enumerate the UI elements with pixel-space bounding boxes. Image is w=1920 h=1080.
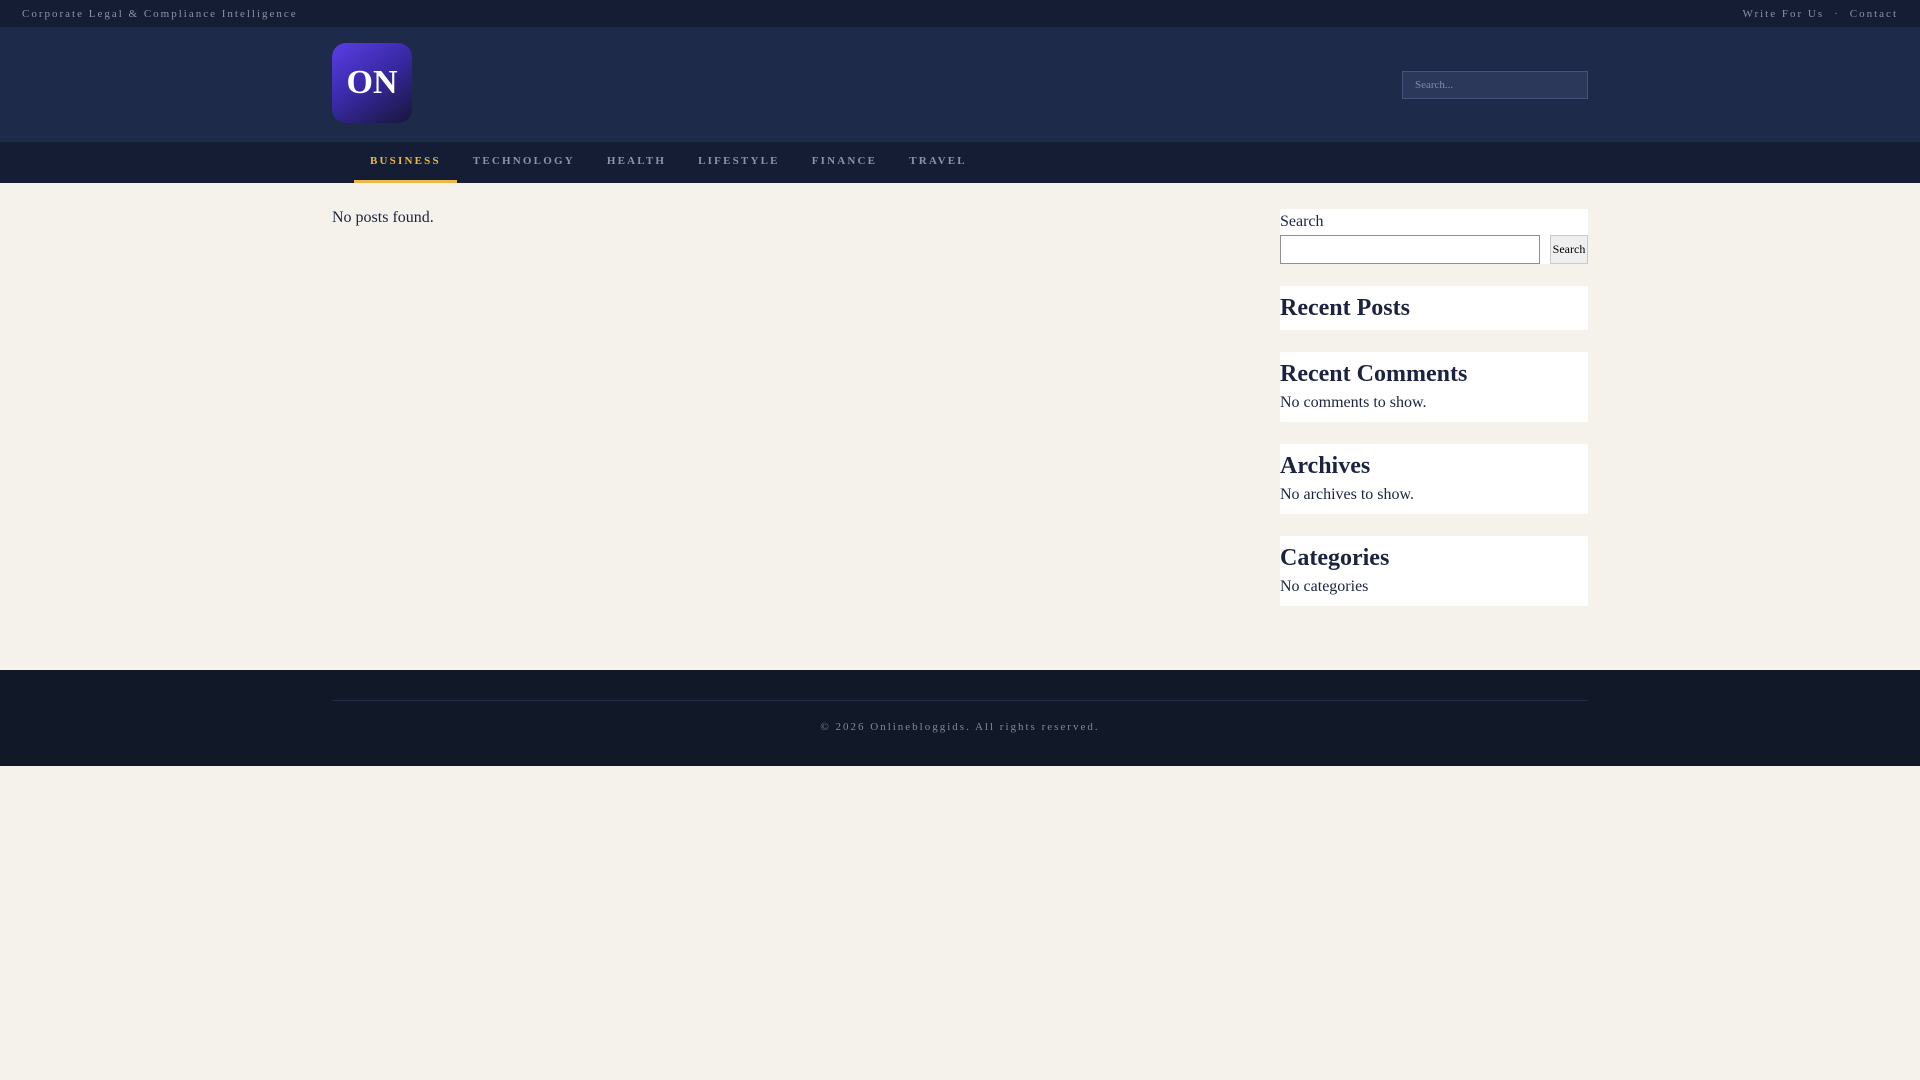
no-posts-message: No posts found. <box>332 209 434 226</box>
archives-widget: Archives No archives to show. <box>1280 444 1588 514</box>
nav-item-lifestyle[interactable]: LIFESTYLE <box>682 142 796 183</box>
categories-widget: Categories No categories <box>1280 536 1588 606</box>
sidebar-search-button[interactable]: Search <box>1550 235 1588 264</box>
top-bar: Corporate Legal & Compliance Intelligenc… <box>0 0 1920 27</box>
sidebar: Search Search Recent Posts Recent Commen… <box>1280 209 1588 670</box>
site-logo[interactable]: ON <box>332 43 412 123</box>
site-footer: © 2026 Onlinebloggids. All rights reserv… <box>0 670 1920 766</box>
logo-text: ON <box>346 64 398 101</box>
main-nav: BUSINESS TECHNOLOGY HEALTH LIFESTYLE FIN… <box>0 142 1920 183</box>
nav-item-technology[interactable]: TECHNOLOGY <box>457 142 591 183</box>
top-links: Write For Us · Contact <box>1743 8 1899 20</box>
copyright-text: © 2026 Onlinebloggids. All rights reserv… <box>820 721 1100 733</box>
nav-item-health[interactable]: HEALTH <box>591 142 682 183</box>
nav-item-finance[interactable]: FINANCE <box>796 142 894 183</box>
recent-comments-widget: Recent Comments No comments to show. <box>1280 352 1588 422</box>
recent-comments-title: Recent Comments <box>1280 361 1468 387</box>
post-list: No posts found. <box>332 209 434 670</box>
search-widget: Search Search <box>1280 209 1588 264</box>
main-area: No posts found. Search Search Recent Pos… <box>332 183 1588 670</box>
nav-item-travel[interactable]: TRAVEL <box>893 142 983 183</box>
sidebar-search-input[interactable] <box>1280 235 1540 264</box>
header-search-input[interactable] <box>1402 70 1588 99</box>
site-header: ON <box>0 27 1920 142</box>
recent-comments-empty: No comments to show. <box>1280 394 1427 411</box>
contact-link[interactable]: Contact <box>1850 8 1898 20</box>
archives-empty: No archives to show. <box>1280 486 1415 503</box>
archives-title: Archives <box>1280 453 1371 479</box>
nav-item-business[interactable]: BUSINESS <box>354 142 457 183</box>
site-tagline: Corporate Legal & Compliance Intelligenc… <box>22 7 298 20</box>
link-separator: · <box>1834 7 1840 20</box>
write-for-us-link[interactable]: Write For Us <box>1743 8 1825 20</box>
categories-empty: No categories <box>1280 578 1369 595</box>
categories-title: Categories <box>1280 545 1390 571</box>
search-widget-label: Search <box>1280 213 1324 230</box>
recent-posts-widget: Recent Posts <box>1280 286 1588 330</box>
recent-posts-title: Recent Posts <box>1280 295 1410 321</box>
